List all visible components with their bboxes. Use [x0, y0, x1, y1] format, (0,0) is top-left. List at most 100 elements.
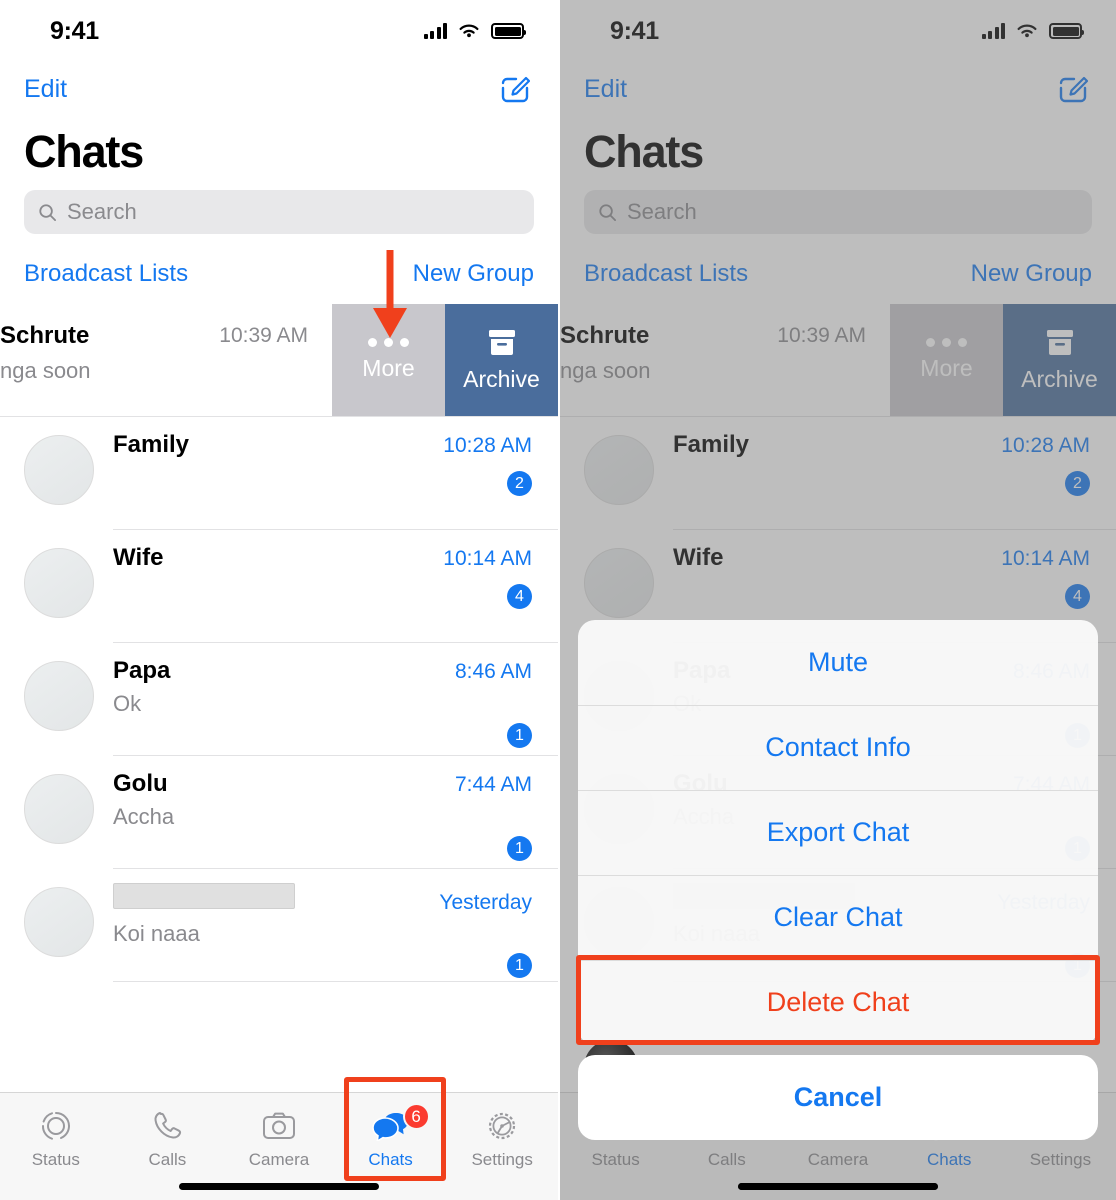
more-button[interactable]: More — [890, 304, 1003, 416]
tab-label: Calls — [707, 1150, 746, 1169]
status-bar: 9:41 — [0, 0, 558, 62]
chat-list: Schrute nga soon 10:39 AM More Archive F… — [0, 304, 558, 982]
tab-label: Chats — [368, 1150, 413, 1169]
tab-label: Settings — [471, 1150, 533, 1169]
chat-preview: Ok — [113, 691, 142, 716]
archive-box-icon — [1046, 329, 1073, 355]
phone-screen-left: 9:41 Edit Chats Search Broadcast Lists N… — [0, 0, 558, 1200]
compose-icon[interactable] — [500, 74, 531, 104]
tab-settings[interactable]: Settings — [446, 1109, 558, 1170]
more-label: More — [920, 355, 973, 381]
edit-button[interactable]: Edit — [584, 75, 627, 104]
avatar — [24, 661, 94, 731]
chat-row[interactable]: Golu 7:44 AM Accha 1 — [0, 756, 558, 869]
tab-label: Status — [591, 1150, 640, 1169]
tab-label: Chats — [927, 1150, 972, 1169]
tab-label: Status — [31, 1150, 80, 1169]
new-group-button[interactable]: New Group — [971, 260, 1092, 288]
redacted-chat-name — [113, 883, 295, 909]
broadcast-lists-button[interactable]: Broadcast Lists — [584, 260, 748, 288]
phone-screen-right: 9:41 Edit Chats Search Broadcast Lists N… — [560, 0, 1116, 1200]
action-sheet-item-export-chat[interactable]: Export Chat — [578, 790, 1098, 875]
chat-row[interactable]: Yesterday Koi naaa 1 — [0, 869, 558, 982]
chat-preview: Koi naaa — [113, 921, 200, 946]
search-input[interactable]: Search — [24, 190, 534, 234]
action-sheet-cancel-button[interactable]: Cancel — [578, 1055, 1098, 1140]
swiped-chat-time: 10:39 AM — [777, 324, 866, 347]
phone-icon — [151, 1109, 183, 1143]
more-label: More — [362, 355, 415, 381]
chat-time: 8:46 AM — [454, 660, 532, 683]
chat-time: 10:28 AM — [1001, 434, 1090, 457]
archive-label: Archive — [1021, 365, 1098, 392]
search-input[interactable]: Search — [584, 190, 1092, 234]
search-placeholder: Search — [67, 199, 137, 224]
action-sheet: Mute Contact Info Export Chat Clear Chat… — [578, 620, 1098, 1045]
avatar — [24, 774, 94, 844]
avatar — [584, 435, 654, 505]
home-indicator — [738, 1183, 938, 1190]
page-title: Chats — [584, 126, 704, 177]
archive-button[interactable]: Archive — [445, 304, 558, 416]
swiped-chat-content[interactable]: Schrute nga soon 10:39 AM — [0, 304, 332, 416]
chat-row[interactable]: Family 10:28 AM 2 — [0, 417, 558, 530]
chat-row[interactable]: Wife 10:14 AM 4 — [0, 530, 558, 643]
unread-badge: 1 — [507, 836, 532, 861]
action-sheet-item-contact-info[interactable]: Contact Info — [578, 705, 1098, 790]
swiped-chat-row: Schrute nga soon 10:39 AM More Archive — [0, 304, 558, 417]
action-sheet-item-delete-chat[interactable]: Delete Chat — [578, 960, 1098, 1045]
page-title: Chats — [24, 126, 144, 177]
action-sheet-item-clear-chat[interactable]: Clear Chat — [578, 875, 1098, 960]
status-time: 9:41 — [610, 16, 659, 45]
edit-button[interactable]: Edit — [24, 75, 67, 104]
unread-badge: 2 — [1065, 471, 1090, 496]
chat-name: Family — [113, 431, 190, 458]
compose-icon[interactable] — [1058, 74, 1089, 104]
search-placeholder: Search — [627, 199, 697, 224]
broadcast-lists-button[interactable]: Broadcast Lists — [24, 260, 188, 288]
chat-name: Family — [673, 431, 750, 458]
avatar — [24, 887, 94, 957]
chat-time: 10:14 AM — [443, 547, 532, 570]
new-group-button[interactable]: New Group — [413, 260, 534, 288]
swiped-chat-row: Schrute nga soon 10:39 AM More Archive — [560, 304, 1116, 417]
archive-label: Archive — [463, 365, 540, 392]
archive-button[interactable]: Archive — [1003, 304, 1116, 416]
action-sheet-item-mute[interactable]: Mute — [578, 620, 1098, 705]
tab-camera[interactable]: Camera — [223, 1109, 335, 1170]
screenshot-stage: 9:41 Edit Chats Search Broadcast Lists N… — [0, 0, 1116, 1200]
nav-bar: Edit — [560, 62, 1116, 116]
swiped-chat-content[interactable]: Schrute nga soon 10:39 AM — [560, 304, 890, 416]
chat-name: Wife — [113, 544, 164, 571]
unread-badge: 1 — [507, 953, 532, 978]
chat-name: Wife — [673, 544, 724, 571]
tab-label: Camera — [248, 1150, 310, 1169]
swiped-chat-preview: nga soon — [560, 358, 651, 383]
home-indicator — [179, 1183, 379, 1190]
tab-label: Settings — [1029, 1150, 1092, 1169]
chat-row[interactable]: Papa 8:46 AM Ok 1 — [0, 643, 558, 756]
cellular-signal-icon — [423, 23, 447, 39]
more-button[interactable]: More — [332, 304, 445, 416]
chat-name: Papa — [113, 657, 171, 684]
camera-icon — [262, 1109, 296, 1143]
archive-box-icon — [488, 329, 515, 355]
chat-row-body: Family 10:28 AM 2 — [673, 417, 1116, 530]
tab-calls[interactable]: Calls — [112, 1109, 224, 1170]
search-section: Search — [560, 184, 1116, 234]
tab-chats[interactable]: 6 Chats — [335, 1103, 447, 1170]
quick-actions-row: Broadcast Lists New Group — [560, 234, 1116, 304]
tab-status[interactable]: Status — [0, 1109, 112, 1170]
chat-row[interactable]: Family 10:28 AM 2 — [560, 417, 1116, 530]
chat-time: 10:28 AM — [443, 434, 532, 457]
status-indicators — [423, 22, 526, 40]
chat-row-body: Papa 8:46 AM Ok 1 — [113, 643, 558, 756]
tab-label: Camera — [807, 1150, 869, 1169]
chat-name: Golu — [113, 770, 168, 797]
wifi-icon — [1017, 24, 1037, 38]
ellipsis-icon — [926, 338, 967, 347]
swiped-chat-preview: nga soon — [0, 358, 91, 383]
battery-icon — [491, 23, 526, 39]
swiped-chat-name: Schrute — [560, 322, 650, 349]
avatar — [24, 435, 94, 505]
